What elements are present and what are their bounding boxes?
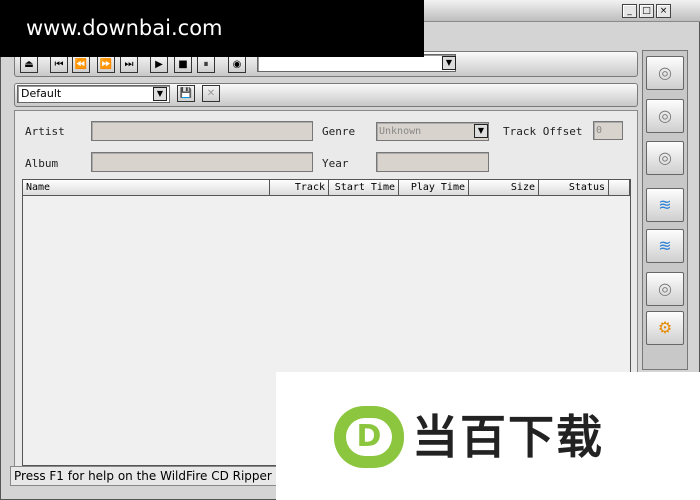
restore-button[interactable]: □ <box>639 4 654 18</box>
album-label: Album <box>25 157 59 170</box>
settings-gear-icon[interactable]: ⚙ <box>646 311 684 345</box>
fast-forward-button[interactable]: ⏩ <box>97 56 115 73</box>
column-header-size[interactable]: Size <box>469 180 539 196</box>
watermark-banner: www.downbai.com <box>0 0 424 57</box>
cd-player-icon[interactable]: ◎ <box>646 272 684 306</box>
column-header-status[interactable]: Status <box>539 180 609 196</box>
drive-dropdown-icon[interactable]: ▼ <box>442 56 456 70</box>
year-label: Year <box>322 157 349 170</box>
status-bar: Press F1 for help on the WildFire CD Rip… <box>10 466 310 486</box>
play-button[interactable]: ▶ <box>150 56 168 73</box>
close-button[interactable]: × <box>656 4 671 18</box>
next-track-button[interactable]: ⏭ <box>120 56 138 73</box>
track-offset-label: Track Offset <box>503 125 583 138</box>
column-header-track[interactable]: Track <box>270 180 329 196</box>
genre-select[interactable]: Unknown <box>376 122 489 141</box>
cd-info-button[interactable]: ◉ <box>228 56 246 73</box>
save-profile-button[interactable]: 💾 <box>177 85 195 102</box>
copy-cd-icon[interactable]: ◎ <box>646 99 684 133</box>
track-offset-input[interactable]: 0 <box>593 121 623 140</box>
profile-select[interactable]: Default <box>17 85 170 103</box>
rip-cd-icon[interactable]: ◎ <box>646 56 684 90</box>
pause-button[interactable]: ⏸ <box>197 56 215 73</box>
column-header-name[interactable]: Name <box>23 180 270 196</box>
minimize-button[interactable]: _ <box>622 4 637 18</box>
artist-input[interactable] <box>91 121 313 141</box>
column-header-filler <box>609 180 630 196</box>
genre-label: Genre <box>322 125 356 138</box>
rewind-button[interactable]: ⏪ <box>72 56 90 73</box>
stop-button[interactable]: ■ <box>174 56 192 73</box>
ad-text: 当百下载 <box>412 410 604 464</box>
artist-label: Artist <box>25 125 65 138</box>
eject-button[interactable]: ⏏ <box>20 56 38 73</box>
wave-to-mp3-icon[interactable]: ≋ <box>646 188 684 222</box>
mp3-to-wave-icon[interactable]: ≋ <box>646 229 684 263</box>
previous-track-button[interactable]: ⏮ <box>50 56 68 73</box>
column-header-start-time[interactable]: Start Time <box>329 180 399 196</box>
album-input[interactable] <box>91 152 313 172</box>
burn-cd-icon[interactable]: ◎ <box>646 141 684 175</box>
column-header-play-time[interactable]: Play Time <box>399 180 469 196</box>
delete-profile-button[interactable]: ✕ <box>202 85 220 102</box>
profile-dropdown-icon[interactable]: ▼ <box>153 87 167 101</box>
brand-logo-icon: D <box>334 406 404 468</box>
genre-dropdown-icon[interactable]: ▼ <box>474 124 488 138</box>
year-input[interactable] <box>376 152 489 172</box>
logo-letter: D <box>346 418 392 456</box>
